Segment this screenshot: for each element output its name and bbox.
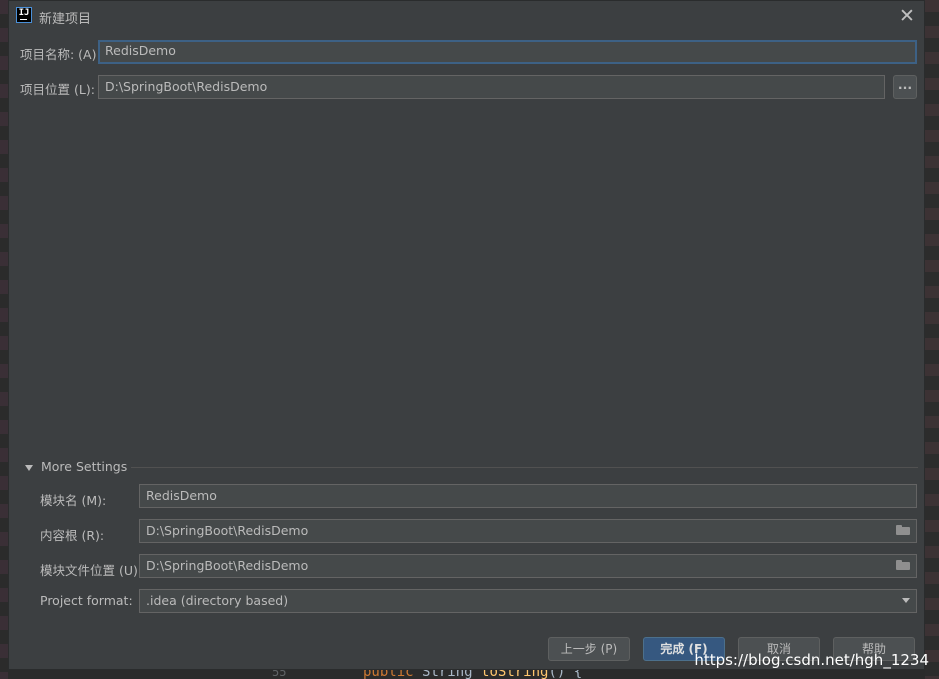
more-settings-label: More Settings <box>41 459 128 474</box>
intellij-app-icon: IJ <box>16 7 32 23</box>
module-file-location-value: D:\SpringBoot\RedisDemo <box>146 558 309 573</box>
folder-icon[interactable] <box>896 560 910 570</box>
new-project-dialog: IJ 新建项目 ✕ 项目名称: (A) RedisDemo 项目位置 (L): … <box>8 0 925 670</box>
module-file-location-input[interactable]: D:\SpringBoot\RedisDemo <box>139 554 917 578</box>
dialog-title: 新建项目 <box>39 12 92 27</box>
content-root-label: 内容根 (R): <box>40 528 105 543</box>
content-root-value: D:\SpringBoot\RedisDemo <box>146 523 309 538</box>
module-file-location-label: 模块文件位置 (U): <box>40 563 143 578</box>
chevron-down-icon <box>902 598 910 603</box>
project-format-label: Project format: <box>40 593 133 608</box>
editor-background-left <box>0 0 8 679</box>
collapse-triangle-icon <box>25 464 33 471</box>
folder-icon[interactable] <box>896 525 910 535</box>
more-settings-divider <box>131 467 918 468</box>
line-number: 55 <box>272 670 287 679</box>
project-location-input[interactable]: D:\SpringBoot\RedisDemo <box>98 75 885 99</box>
project-name-label: 项目名称: (A) <box>20 47 97 62</box>
project-format-select[interactable]: .idea (directory based) <box>139 589 917 613</box>
editor-background-code: 55 public String toString() { <box>8 670 925 679</box>
project-location-label: 项目位置 (L): <box>20 82 95 97</box>
dialog-titlebar: IJ 新建项目 ✕ <box>9 1 924 31</box>
code-line: public String toString() { <box>363 670 583 679</box>
project-name-input[interactable]: RedisDemo <box>98 40 917 64</box>
browse-location-button[interactable]: ... <box>893 75 917 99</box>
more-settings-toggle[interactable]: More Settings <box>25 459 127 477</box>
module-name-input[interactable]: RedisDemo <box>139 484 917 508</box>
close-icon[interactable]: ✕ <box>896 5 918 27</box>
module-name-label: 模块名 (M): <box>40 493 107 508</box>
editor-background-right <box>925 0 939 679</box>
previous-button[interactable]: 上一步 (P) <box>548 637 630 661</box>
watermark: https://blog.csdn.net/hgh_1234 <box>694 651 929 669</box>
content-root-input[interactable]: D:\SpringBoot\RedisDemo <box>139 519 917 543</box>
project-format-value: .idea (directory based) <box>146 593 289 608</box>
